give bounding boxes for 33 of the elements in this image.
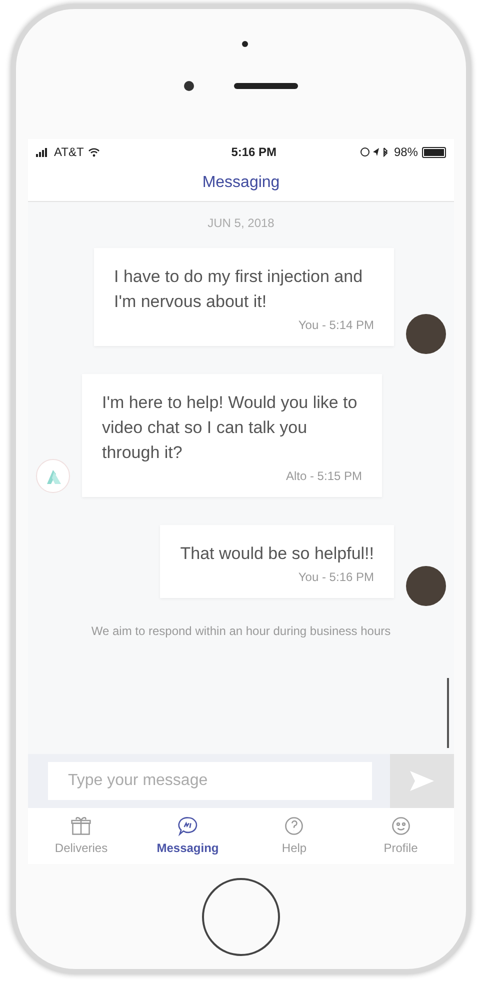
camera <box>242 41 248 47</box>
status-icons <box>360 147 390 157</box>
speech-bubble-icon <box>176 815 199 837</box>
carrier-name: AT&T <box>54 144 84 161</box>
camera <box>184 81 194 91</box>
question-icon <box>283 815 306 837</box>
tab-button[interactable]: Deliveries <box>41 815 122 857</box>
screen-title: Messaging <box>202 173 280 193</box>
send-icon <box>409 770 435 792</box>
message-meta: You - 5:14 PM <box>298 317 374 334</box>
home-button[interactable] <box>202 878 280 956</box>
battery-percent: 98% <box>394 144 418 161</box>
message-input[interactable]: Type your message <box>48 762 372 800</box>
message-text: I have to do my first injection and I'm nervous about it! <box>114 266 364 313</box>
scrollbar <box>447 678 449 748</box>
user-avatar <box>406 566 446 606</box>
date-label: JUN 5, 2018 <box>208 215 274 232</box>
message-text: I'm here to help! Would you like to video chat so I can talk you through it? <box>102 392 358 464</box>
user-avatar <box>406 314 446 354</box>
message-text: That would be so helpful!! <box>180 543 374 565</box>
tab-button[interactable]: Profile <box>360 815 441 857</box>
gift-icon <box>70 815 92 837</box>
battery-icon <box>422 146 446 158</box>
tab-button[interactable]: Help <box>254 815 334 857</box>
response-notice: We aim to respond within an hour during business hours <box>90 623 392 640</box>
signal-icon <box>36 147 50 157</box>
tab-button[interactable]: Messaging <box>148 815 228 857</box>
clock: 5:16 PM <box>231 144 277 161</box>
smiley-icon <box>390 815 412 837</box>
message-meta: Alto - 5:15 PM <box>286 468 362 485</box>
message-meta: You - 5:16 PM <box>298 569 374 586</box>
speaker <box>234 83 298 89</box>
wifi-icon <box>88 147 100 157</box>
